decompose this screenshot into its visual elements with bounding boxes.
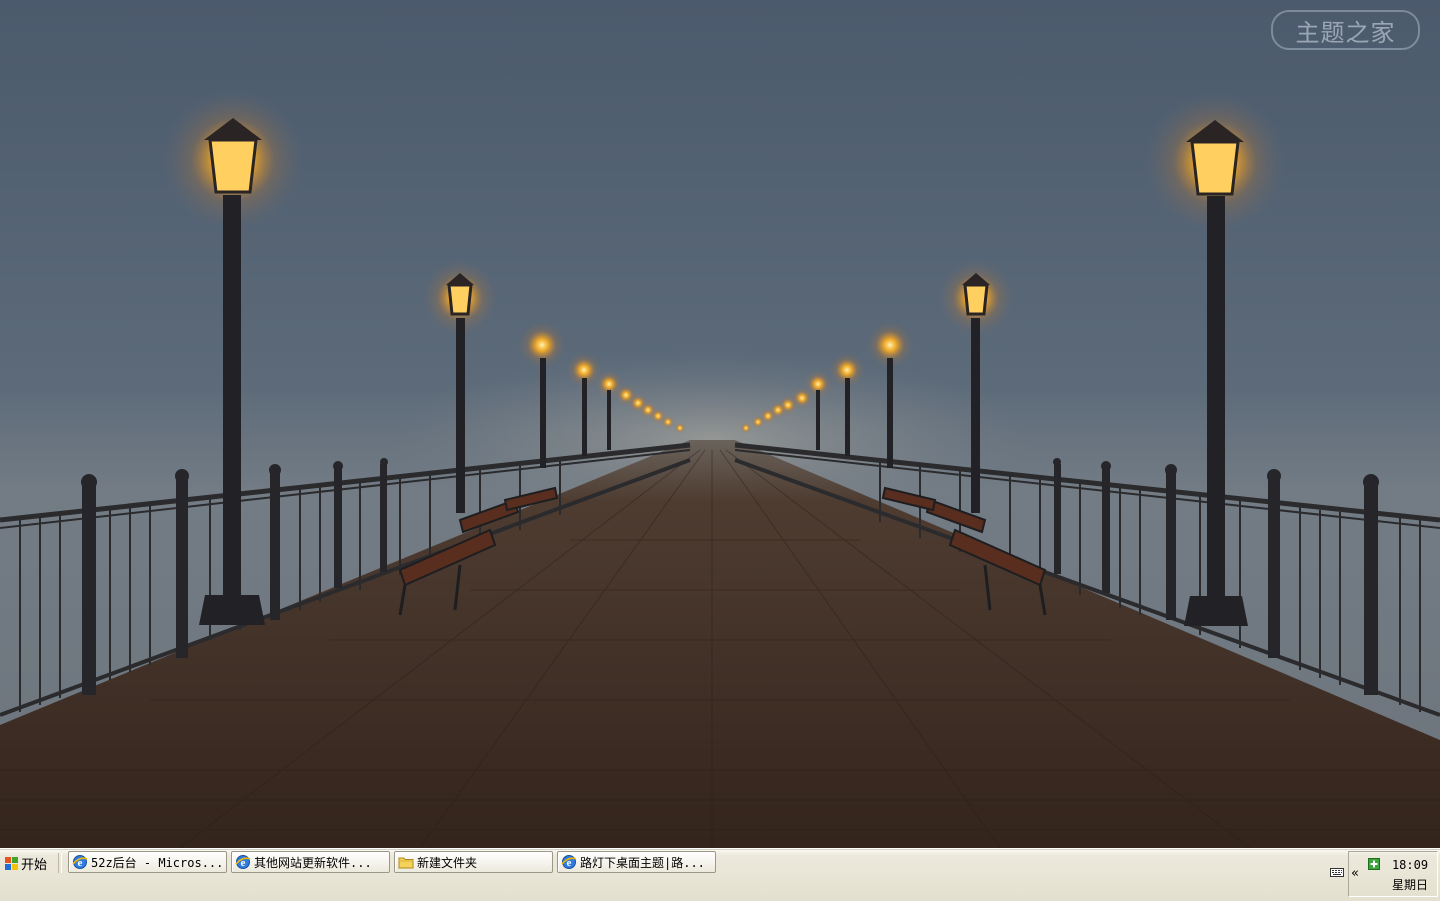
- task-button-other-sites[interactable]: e 其他网站更新软件...: [231, 851, 390, 873]
- task-label: 52z后台 - Micros...: [91, 855, 224, 870]
- clock-time[interactable]: 18:09: [1384, 858, 1436, 872]
- task-label: 路灯下桌面主题|路...: [580, 855, 705, 870]
- folder-icon: [398, 857, 414, 869]
- task-button-new-folder[interactable]: 新建文件夹: [394, 851, 553, 873]
- task-button-streetlight-theme[interactable]: e 路灯下桌面主题|路...: [557, 851, 716, 873]
- task-button-52z-backend[interactable]: e 52z后台 - Micros...: [68, 851, 227, 873]
- start-button[interactable]: 开始: [1, 851, 53, 876]
- wallpaper-pier-image: [0, 0, 1440, 848]
- desktop[interactable]: 主题之家: [0, 0, 1440, 848]
- clock-day: 星期日: [1391, 878, 1428, 892]
- ie-icon: e: [561, 855, 577, 869]
- ie-icon: e: [235, 855, 251, 869]
- taskbar-separator: [58, 853, 62, 873]
- task-label: 新建文件夹: [417, 855, 478, 870]
- windows-logo-icon: [5, 856, 18, 870]
- task-label: 其他网站更新软件...: [254, 855, 372, 870]
- watermark-logo: 主题之家: [1271, 10, 1420, 50]
- tray-expand-button[interactable]: «: [1351, 866, 1359, 881]
- keyboard-icon[interactable]: [1330, 866, 1344, 878]
- start-label: 开始: [21, 858, 48, 873]
- taskbar: 开始 e 52z后台 - Micros... e 其他网站更新软件... 新建文…: [0, 848, 1440, 901]
- tray-plus-icon[interactable]: [1368, 858, 1380, 870]
- ie-icon: e: [72, 855, 88, 869]
